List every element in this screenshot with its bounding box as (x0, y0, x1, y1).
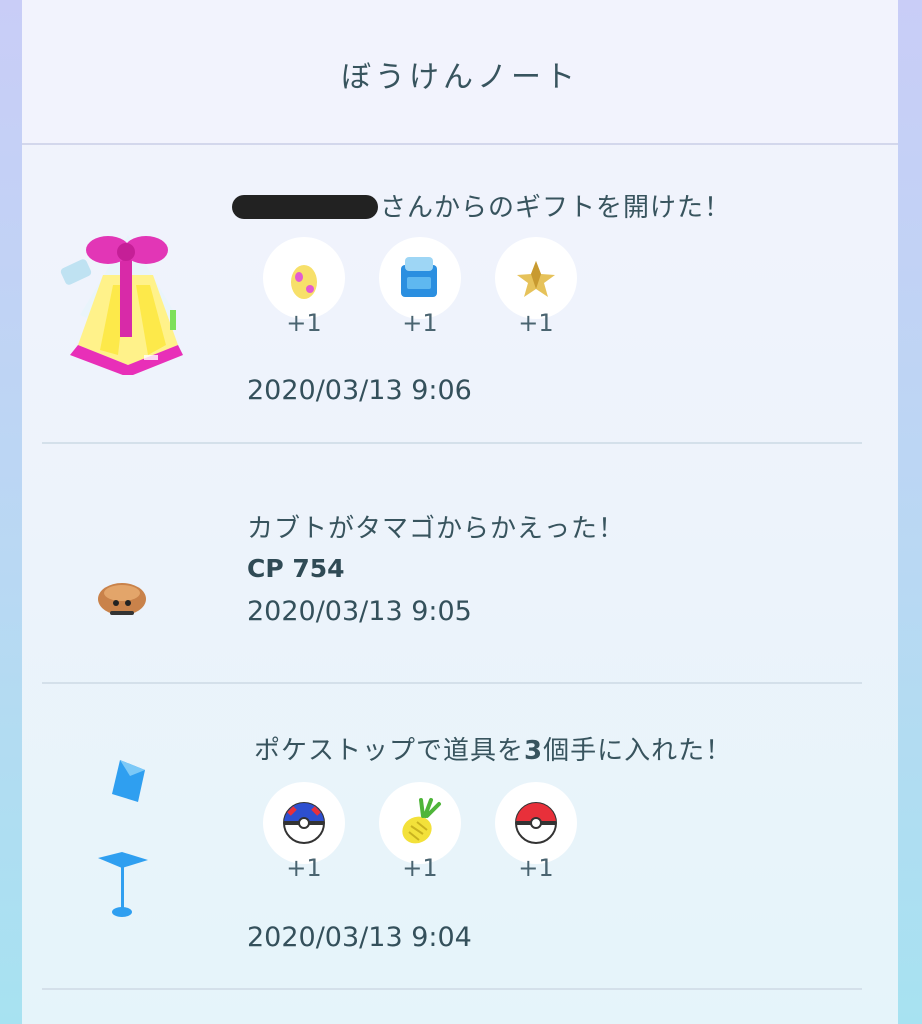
pinap-berry-icon (402, 798, 441, 844)
reward-item: +1 (495, 237, 577, 337)
reward-item: +1 (495, 782, 577, 882)
kabuto-icon (98, 583, 146, 615)
entry-message: さんからのギフトを開けた！ (232, 187, 731, 224)
journal-entry-pokestop[interactable]: ポケストップで道具を3個手に入れた！ +1 +1 +1 2020/03/13 9… (22, 684, 898, 984)
great-ball-icon (283, 802, 325, 844)
page-title: ぼうけんノート (341, 60, 579, 95)
reward-count: +1 (402, 854, 438, 882)
combat-power: CP 754 (247, 554, 345, 583)
backpack-icon (401, 257, 437, 297)
poke-ball-icon (515, 802, 557, 844)
stardust-icon (517, 261, 555, 297)
journal-entry-gift[interactable]: さんからのギフトを開けた！ +1 +1 +1 2020/03/13 9:06 (22, 145, 898, 445)
reward-item: +1 (263, 237, 345, 337)
journal-panel: ぼうけんノート さんからのギフトを開けた！ +1 +1 +1 2020/03/1… (22, 0, 898, 1024)
egg-icon (291, 265, 317, 299)
pokestop-icon (98, 760, 148, 917)
redacted-name (232, 195, 378, 219)
reward-count: +1 (286, 309, 322, 337)
entry-message: カブトがタマゴからかえった！ (247, 514, 626, 544)
entry-message: ポケストップで道具を3個手に入れた！ (254, 736, 733, 766)
reward-count: +1 (518, 309, 554, 337)
reward-item: +1 (379, 782, 461, 882)
reward-count: +1 (518, 854, 554, 882)
gift-icon (60, 235, 183, 375)
reward-count: +1 (402, 309, 438, 337)
divider (42, 988, 862, 990)
reward-item: +1 (379, 237, 461, 337)
entry-date: 2020/03/13 9:05 (247, 596, 472, 627)
reward-item: +1 (263, 782, 345, 882)
entry-date: 2020/03/13 9:04 (247, 922, 472, 953)
reward-count: +1 (286, 854, 322, 882)
journal-header: ぼうけんノート (22, 0, 898, 145)
entry-date: 2020/03/13 9:06 (247, 375, 472, 406)
journal-entry-hatch[interactable]: カブトがタマゴからかえった！ CP 754 2020/03/13 9:05 (22, 444, 898, 684)
